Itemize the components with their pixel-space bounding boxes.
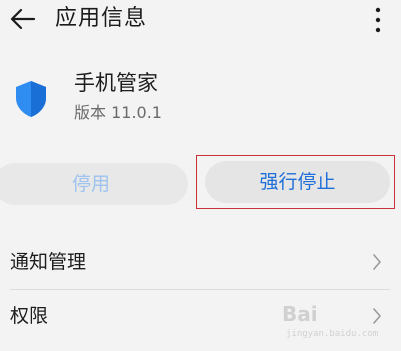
app-bar: 应用信息	[0, 0, 401, 40]
chevron-right-icon	[373, 254, 381, 270]
app-version: 版本 11.0.1	[74, 103, 162, 122]
page-title: 应用信息	[55, 6, 148, 31]
disable-button[interactable]: 停用	[0, 163, 188, 205]
more-options-icon[interactable]	[370, 4, 386, 36]
notification-management-row[interactable]: 通知管理	[0, 236, 401, 288]
watermark-url: jingyan.baidu.com	[286, 329, 379, 339]
watermark: Bai jingyan.baidu.com	[282, 300, 400, 348]
row-label: 通知管理	[10, 251, 87, 273]
watermark-mark: Bai	[282, 302, 318, 326]
highlight-annotation	[196, 155, 395, 209]
shield-icon	[16, 81, 46, 117]
app-name: 手机管家	[74, 71, 158, 95]
back-arrow-icon[interactable]	[8, 4, 38, 34]
row-label: 权限	[10, 305, 49, 327]
